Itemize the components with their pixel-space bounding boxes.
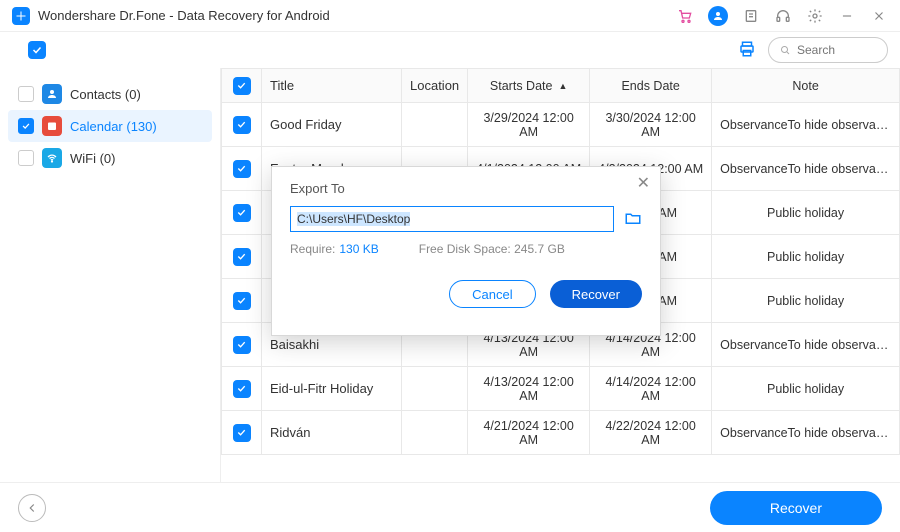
row-checkbox[interactable] [233,248,251,266]
col-ends[interactable]: Ends Date [590,69,712,103]
cell-note: Public holiday [712,235,900,279]
sidebar-item-calendar[interactable]: Calendar (130) [8,110,212,142]
cell-note: Public holiday [712,191,900,235]
user-icon[interactable] [708,6,728,26]
cell-title: Ridván [262,411,402,455]
disk-label: Free Disk Space: 245.7 GB [419,242,565,256]
row-checkbox[interactable] [233,336,251,354]
print-icon[interactable] [738,40,756,61]
cell-note: ObservanceTo hide observances, go to... [712,103,900,147]
sort-asc-icon: ▲ [558,81,567,91]
export-modal: ✕ Export To Require:130 KB Free Disk Spa… [271,166,661,336]
cell-note: ObservanceTo hide observances, go to... [712,323,900,367]
header-checkbox[interactable] [233,77,251,95]
contacts-icon [42,84,62,104]
window-title: Wondershare Dr.Fone - Data Recovery for … [38,8,676,23]
contacts-checkbox[interactable] [18,86,34,102]
back-button[interactable] [18,494,46,522]
cell-title: Eid-ul-Fitr Holiday [262,367,402,411]
search-icon [779,43,791,57]
table-row[interactable]: Good Friday 3/29/2024 12:00 AM 3/30/2024… [222,103,900,147]
cell-location [402,367,468,411]
notes-icon[interactable] [742,7,760,25]
row-checkbox[interactable] [233,160,251,178]
wifi-checkbox[interactable] [18,150,34,166]
titlebar: Wondershare Dr.Fone - Data Recovery for … [0,0,900,32]
cell-location [402,411,468,455]
modal-recover-button[interactable]: Recover [550,280,642,308]
row-checkbox[interactable] [233,116,251,134]
row-checkbox[interactable] [233,380,251,398]
sidebar-item-label: Calendar (130) [70,119,157,134]
gear-icon[interactable] [806,7,824,25]
row-checkbox[interactable] [233,204,251,222]
cell-note: Public holiday [712,279,900,323]
headset-icon[interactable] [774,7,792,25]
require-label: Require:130 KB [290,242,379,256]
sidebar-item-contacts[interactable]: Contacts (0) [8,78,212,110]
minimize-icon[interactable] [838,7,856,25]
cell-ends: 4/22/2024 12:00 AM [590,411,712,455]
cell-starts: 4/13/2024 12:00 AM [468,367,590,411]
col-note[interactable]: Note [712,69,900,103]
search-input[interactable] [797,43,877,57]
calendar-checkbox[interactable] [18,118,34,134]
cart-icon[interactable] [676,7,694,25]
cell-note: ObservanceTo hide observances, go to... [712,147,900,191]
modal-close-icon[interactable]: ✕ [637,173,650,193]
col-starts[interactable]: Starts Date▲ [468,69,590,103]
select-all-checkbox[interactable] [28,41,46,59]
search-box[interactable] [768,37,888,63]
cell-note: Public holiday [712,367,900,411]
browse-folder-icon[interactable] [624,209,642,230]
calendar-icon [42,116,62,136]
cell-title: Good Friday [262,103,402,147]
modal-title: Export To [290,181,642,196]
close-icon[interactable] [870,7,888,25]
row-checkbox[interactable] [233,292,251,310]
footer: Recover [0,482,900,532]
main-panel: Title Location Starts Date▲ Ends Date No… [220,68,900,482]
recover-button[interactable]: Recover [710,491,882,525]
row-checkbox[interactable] [233,424,251,442]
toolbar [0,32,900,68]
table-row[interactable]: Eid-ul-Fitr Holiday 4/13/2024 12:00 AM 4… [222,367,900,411]
sidebar-item-label: WiFi (0) [70,151,116,166]
col-title[interactable]: Title [262,69,402,103]
col-location[interactable]: Location [402,69,468,103]
cell-ends: 4/14/2024 12:00 AM [590,367,712,411]
wifi-icon [42,148,62,168]
cell-starts: 3/29/2024 12:00 AM [468,103,590,147]
cancel-button[interactable]: Cancel [449,280,535,308]
cell-location [402,103,468,147]
cell-starts: 4/21/2024 12:00 AM [468,411,590,455]
cell-ends: 3/30/2024 12:00 AM [590,103,712,147]
sidebar-item-wifi[interactable]: WiFi (0) [8,142,212,174]
table-row[interactable]: Ridván 4/21/2024 12:00 AM 4/22/2024 12:0… [222,411,900,455]
sidebar: Contacts (0) Calendar (130) WiFi (0) [0,68,220,482]
cell-note: ObservanceTo hide observances, go to... [712,411,900,455]
app-logo [12,7,30,25]
export-path-input[interactable] [290,206,614,232]
sidebar-item-label: Contacts (0) [70,87,141,102]
